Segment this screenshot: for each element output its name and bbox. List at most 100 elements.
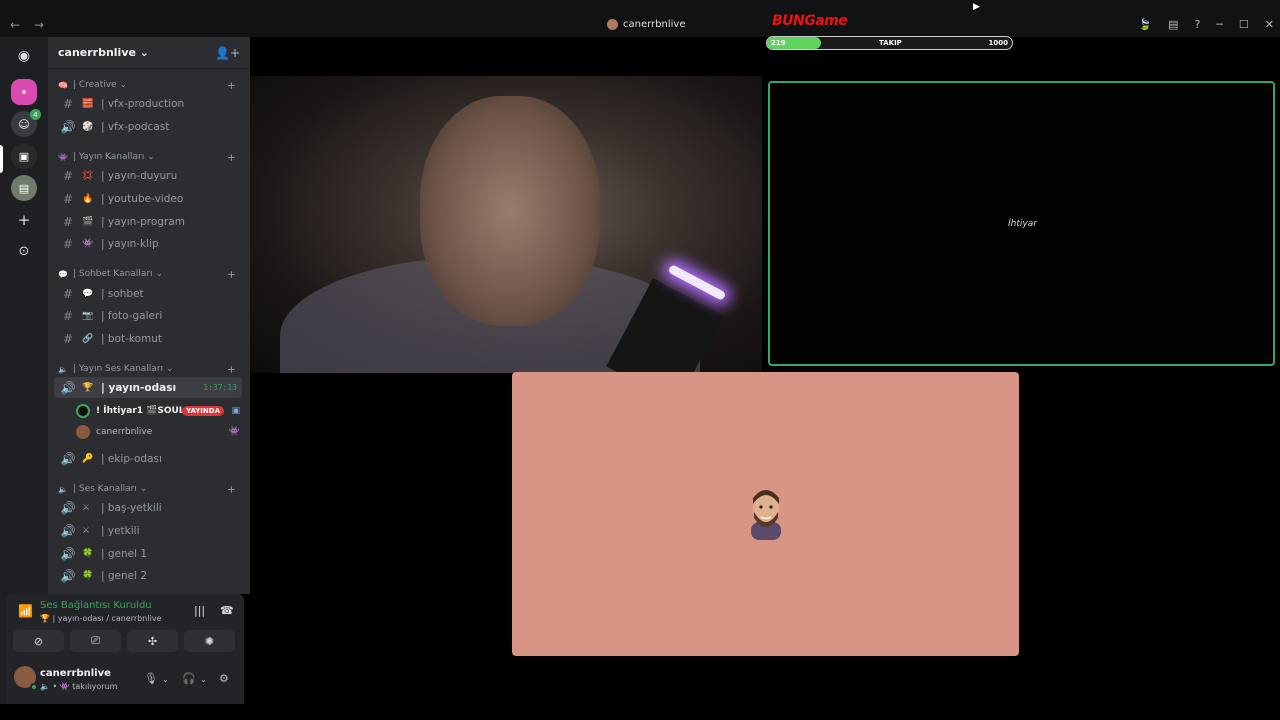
channel-yayin-duyuru[interactable]: # 💢 | yayın-duyuru xyxy=(54,165,242,186)
server-icon-1[interactable]: ❀ xyxy=(11,79,37,105)
category-icon: 💬 xyxy=(58,269,68,279)
activities-button[interactable]: ✣ xyxy=(127,630,178,652)
play-icon: ▶ xyxy=(973,2,980,12)
category-sohbet-kanallari[interactable]: 💬 | Sohbet Kanalları ⌄ + xyxy=(58,268,240,281)
channel-emoji: 🏆 xyxy=(82,382,94,393)
channel-bot-komut[interactable]: # 🔗 | bot-komut xyxy=(54,328,242,349)
voice-status[interactable]: Ses Bağlantısı Kuruldu xyxy=(40,600,152,611)
channel-emoji: 💬 xyxy=(82,288,94,299)
channel-vfx-production[interactable]: # 🧱 | vfx-production xyxy=(54,93,242,114)
add-channel-icon[interactable]: + xyxy=(227,79,236,92)
tile-user-label: İhtiyar xyxy=(1008,219,1037,229)
channel-label: | vfx-podcast xyxy=(101,120,170,133)
channel-label: | sohbet xyxy=(101,287,144,300)
channel-yayin-odasi[interactable]: 🔊 🏆 | yayın-odası 1:37:13 xyxy=(54,377,242,398)
server-icon-3[interactable]: ▣ xyxy=(11,143,37,169)
headphones-icon[interactable]: 🎧 xyxy=(182,672,196,685)
soundboard-button[interactable]: ✺ xyxy=(184,630,235,652)
channel-timer: 1:37:13 xyxy=(203,383,237,392)
voice-user-canerrbnlive[interactable]: canerrbnlive 👾 xyxy=(76,422,242,442)
channel-label: | foto-galeri xyxy=(101,309,163,322)
explore-icon[interactable]: ⊙ xyxy=(11,238,37,264)
disconnect-icon[interactable]: ☎ xyxy=(220,604,234,617)
avatar xyxy=(76,425,90,439)
forward-button[interactable]: → xyxy=(34,18,44,32)
audio-options-chevron-icon[interactable]: ⌄ xyxy=(200,675,207,684)
channel-genel-1[interactable]: 🔊 🍀 | genel 1 xyxy=(54,543,242,564)
minimize-button[interactable]: ─ xyxy=(1216,18,1223,31)
screen-share-button[interactable]: ⎚ xyxy=(70,630,121,652)
server-header[interactable]: canerrbnlive ⌄ 👤+ xyxy=(48,37,250,69)
server-2-glyph: ☺ xyxy=(18,117,30,131)
webcam-feed[interactable] xyxy=(250,76,762,373)
channel-emoji: 🎲 xyxy=(82,121,94,132)
brand-logo: BUNGame xyxy=(772,13,848,29)
close-button[interactable]: ✕ xyxy=(1265,18,1274,31)
category-icon: 🔈 xyxy=(58,484,68,494)
help-icon[interactable]: ? xyxy=(1194,18,1200,31)
channel-emoji: 💢 xyxy=(82,170,94,181)
window-title: canerrbnlive xyxy=(607,19,685,30)
category-creative[interactable]: 🧠 | Creative ⌄ + xyxy=(58,79,240,92)
invite-people-icon[interactable]: 👤+ xyxy=(215,46,240,60)
add-channel-icon[interactable]: + xyxy=(227,268,236,281)
category-icon: 👾 xyxy=(58,152,68,162)
category-label: | Ses Kanalları xyxy=(72,484,137,494)
channel-ekip-odasi[interactable]: 🔊 🔑 | ekip-odası xyxy=(54,448,242,469)
text-channel-icon: # xyxy=(62,308,74,323)
channel-label: | genel 1 xyxy=(101,547,148,560)
add-channel-icon[interactable]: + xyxy=(227,151,236,164)
title-avatar xyxy=(607,19,618,30)
add-channel-icon[interactable]: + xyxy=(227,363,236,376)
back-button[interactable]: ← xyxy=(10,18,20,32)
channel-youtube-video[interactable]: # 🔥 | youtube-video xyxy=(54,188,242,209)
window-title-text: canerrbnlive xyxy=(623,19,686,30)
microphone-icon[interactable]: 🎙 xyxy=(144,672,158,685)
channel-foto-galeri[interactable]: # 📷 | foto-galeri xyxy=(54,305,242,326)
channel-yetkili[interactable]: 🔊 ⚔ | yetkili xyxy=(54,520,242,541)
camera-off-button[interactable]: ⊘ xyxy=(13,630,64,652)
webcam-subject-face xyxy=(420,96,600,326)
channel-emoji: ⚔ xyxy=(82,502,91,513)
channel-yayin-klip[interactable]: # 👾 | yayın-klip xyxy=(54,233,242,254)
settings-gear-icon[interactable]: ⚙ xyxy=(219,672,229,685)
channel-emoji: ⚔ xyxy=(82,525,91,536)
category-icon: 🔈 xyxy=(58,364,68,374)
channel-label: | ekip-odası xyxy=(101,452,162,465)
server-name: canerrbnlive ⌄ xyxy=(58,46,150,59)
follow-target: 1000 xyxy=(988,39,1008,47)
discord-home-icon[interactable]: ◉ xyxy=(11,43,37,69)
category-yayin-kanallari[interactable]: 👾 | Yayın Kanalları ⌄ + xyxy=(58,151,240,164)
voice-channel-icon: 🔊 xyxy=(60,546,76,561)
channel-bas-yetkili[interactable]: 🔊 ⚔ | baş-yetkili xyxy=(54,497,242,518)
stream-tile-canerrbnlive[interactable] xyxy=(512,372,1019,656)
add-server-icon[interactable]: + xyxy=(11,207,37,233)
server-4-glyph: ▤ xyxy=(18,181,30,195)
text-channel-icon: # xyxy=(62,286,74,301)
server-icon-4[interactable]: ▤ xyxy=(11,175,37,201)
server-name-text: canerrbnlive xyxy=(58,46,136,59)
server-icon-2[interactable]: ☺ 4 xyxy=(11,109,41,137)
stream-tile-ihtiyar[interactable]: İhtiyar xyxy=(768,81,1275,366)
channel-label: | vfx-production xyxy=(101,97,185,110)
category-yayin-ses-kanallari[interactable]: 🔈 | Yayın Ses Kanalları ⌄ + xyxy=(58,363,240,376)
text-channel-icon: # xyxy=(62,96,74,111)
signal-icon[interactable]: 📶 xyxy=(18,604,33,618)
inbox-icon[interactable]: ▤ xyxy=(1168,18,1178,31)
voice-location[interactable]: 🏆 | yayın-odası / canerrbnlive xyxy=(40,614,161,623)
user-avatar-icon xyxy=(751,490,781,540)
channel-genel-2[interactable]: 🔊 🍀 | genel 2 xyxy=(54,565,242,586)
channel-sohbet[interactable]: # 💬 | sohbet xyxy=(54,283,242,304)
user-name[interactable]: canerrbnlive xyxy=(40,668,111,679)
voice-user-ihtiyar[interactable]: ! İhtiyar1 🎬SOUL YAYINDA ▣ xyxy=(76,401,242,421)
channel-vfx-podcast[interactable]: 🔊 🎲 | vfx-podcast xyxy=(54,116,242,137)
voice-channel-icon: 🔊 xyxy=(60,568,76,583)
category-ses-kanallari[interactable]: 🔈 | Ses Kanalları ⌄ + xyxy=(58,483,240,496)
follow-current: 219 xyxy=(771,39,786,47)
add-channel-icon[interactable]: + xyxy=(227,483,236,496)
channel-yayin-program[interactable]: # 🎬 | yayın-program xyxy=(54,211,242,232)
nitro-leaf-icon[interactable]: 🍃 xyxy=(1138,18,1152,31)
maximize-button[interactable]: ☐ xyxy=(1239,18,1249,31)
noise-suppression-icon[interactable]: ||| xyxy=(194,604,205,617)
mic-options-chevron-icon[interactable]: ⌄ xyxy=(162,675,169,684)
